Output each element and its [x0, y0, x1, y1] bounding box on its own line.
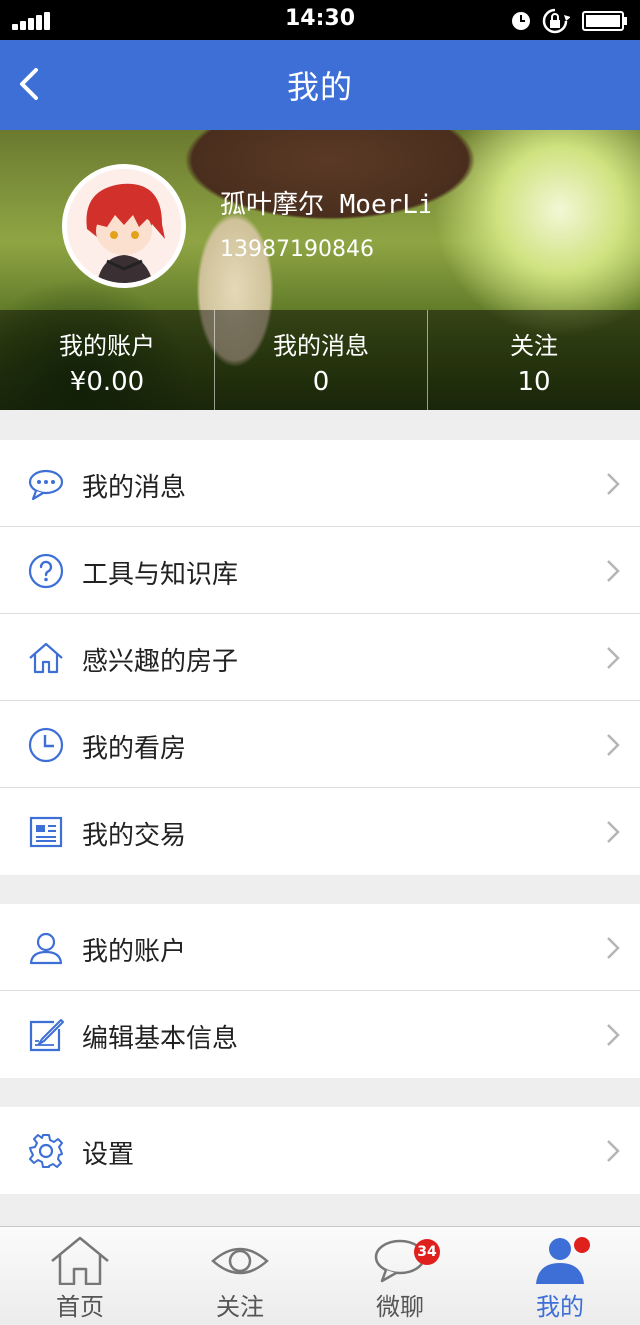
- house-icon: [29, 642, 63, 674]
- menu-item-label: 我的交易: [82, 821, 187, 851]
- chevron-right-icon: [607, 821, 620, 843]
- chevron-right-icon: [607, 473, 620, 495]
- avatar-image: [67, 169, 181, 283]
- clock-icon: [28, 727, 64, 763]
- avatar[interactable]: [62, 164, 186, 288]
- menu-item-settings[interactable]: 设置: [0, 1107, 640, 1194]
- user-phone: 13987190846: [220, 237, 374, 262]
- home-icon: [51, 1236, 109, 1285]
- page-title: 我的: [286, 68, 353, 106]
- eye-icon: [211, 1247, 269, 1275]
- chevron-right-icon: [607, 647, 620, 669]
- profile-header: 孤叶摩尔 MoerLi 13987190846 我的账户 ¥0.00 我的消息 …: [0, 130, 640, 410]
- stats-bar: 我的账户 ¥0.00 我的消息 0 关注 10: [0, 310, 640, 410]
- stat-label: 我的消息: [273, 332, 369, 360]
- tab-label: 关注: [216, 1293, 264, 1321]
- menu-item-viewings[interactable]: 我的看房: [0, 701, 640, 788]
- menu-item-edit-info[interactable]: 编辑基本信息: [0, 991, 640, 1078]
- menu-group-1: 我的消息 工具与知识库 感兴趣的房子 我的看房 我的交易: [0, 440, 640, 875]
- chevron-right-icon: [607, 1024, 620, 1046]
- menu-item-interested-houses[interactable]: 感兴趣的房子: [0, 614, 640, 701]
- tab-label: 微聊: [376, 1293, 424, 1321]
- tab-mine[interactable]: 我的: [480, 1227, 640, 1325]
- menu-group-3: 设置: [0, 1107, 640, 1194]
- tab-label: 首页: [56, 1293, 104, 1321]
- tab-label: 我的: [536, 1293, 584, 1321]
- edit-icon: [29, 1019, 64, 1052]
- tab-bar: 首页 关注 微聊 34 我的: [0, 1226, 640, 1324]
- status-bar: 14:30: [0, 0, 640, 40]
- menu-item-messages[interactable]: 我的消息: [0, 440, 640, 527]
- stat-value: ¥0.00: [69, 367, 145, 397]
- stat-label: 关注: [510, 332, 558, 360]
- chat-badge: 34: [414, 1239, 440, 1265]
- menu-item-label: 工具与知识库: [82, 560, 239, 590]
- chevron-right-icon: [607, 1140, 620, 1162]
- battery-icon: [582, 11, 627, 31]
- tab-follow[interactable]: 关注: [160, 1227, 320, 1325]
- document-icon: [29, 816, 63, 848]
- menu-item-label: 感兴趣的房子: [82, 647, 239, 677]
- stat-following[interactable]: 关注 10: [428, 310, 640, 410]
- menu-item-label: 设置: [82, 1140, 135, 1170]
- menu-item-transactions[interactable]: 我的交易: [0, 788, 640, 875]
- gear-icon: [29, 1134, 63, 1168]
- alarm-icon: [512, 12, 530, 30]
- question-circle-icon: [28, 553, 64, 589]
- stat-messages[interactable]: 我的消息 0: [215, 310, 427, 410]
- stat-value: 10: [517, 367, 551, 397]
- tab-home[interactable]: 首页: [0, 1227, 160, 1325]
- nav-bar: 我的: [0, 40, 640, 130]
- rotation-lock-icon: [542, 8, 570, 34]
- stat-value: 0: [312, 367, 330, 397]
- chevron-right-icon: [607, 560, 620, 582]
- chevron-right-icon: [607, 937, 620, 959]
- chat-bubble-icon: [28, 469, 64, 501]
- notification-dot: [574, 1237, 590, 1253]
- menu-item-tools[interactable]: 工具与知识库: [0, 527, 640, 614]
- menu-item-account[interactable]: 我的账户: [0, 904, 640, 991]
- menu-group-2: 我的账户 编辑基本信息: [0, 904, 640, 1078]
- user-name: 孤叶摩尔 MoerLi: [220, 190, 430, 220]
- menu-item-label: 我的账户: [82, 937, 187, 967]
- stat-account[interactable]: 我的账户 ¥0.00: [0, 310, 214, 410]
- user-icon: [29, 932, 63, 965]
- menu-item-label: 编辑基本信息: [82, 1024, 239, 1054]
- chevron-right-icon: [607, 734, 620, 756]
- menu-item-label: 我的消息: [82, 473, 187, 503]
- menu-item-label: 我的看房: [82, 734, 187, 764]
- tab-chat[interactable]: 微聊: [320, 1227, 480, 1325]
- stat-label: 我的账户: [59, 332, 155, 360]
